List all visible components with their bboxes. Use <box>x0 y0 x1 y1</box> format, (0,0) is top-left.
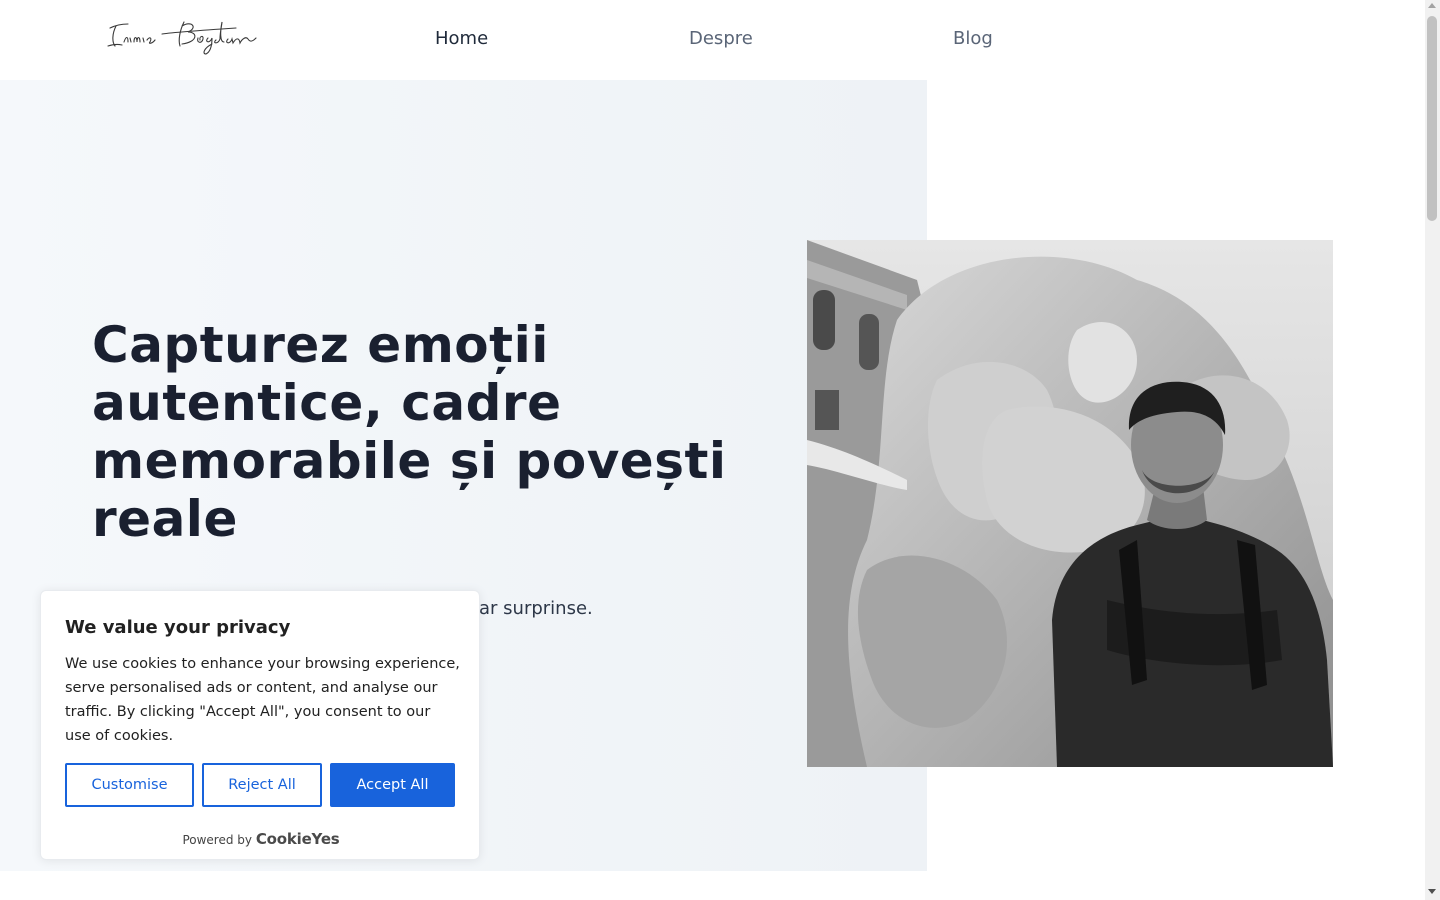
customise-button[interactable]: Customise <box>65 763 194 807</box>
hero-portrait-photo <box>807 240 1333 767</box>
page-scrollbar[interactable] <box>1425 0 1440 900</box>
arrow-up-icon[interactable] <box>1428 3 1436 8</box>
site-header: Home Despre Blog <box>0 0 1425 80</box>
scrollbar-thumb[interactable] <box>1427 16 1437 221</box>
cookie-consent-banner: We value your privacy We use cookies to … <box>40 590 480 860</box>
cookie-banner-body: We use cookies to enhance your browsing … <box>65 656 460 744</box>
cookieyes-logo[interactable]: CookieYes <box>256 830 340 848</box>
reject-all-button[interactable]: Reject All <box>202 763 322 807</box>
accept-all-button[interactable]: Accept All <box>330 763 455 807</box>
powered-by: Powered by CookieYes <box>41 830 481 848</box>
nav-despre-link[interactable]: Despre <box>689 28 753 50</box>
nav-home-link[interactable]: Home <box>435 28 488 50</box>
powered-by-prefix: Powered by <box>182 833 253 847</box>
hero-subtitle-visible-text: ar surprinse. <box>479 598 593 619</box>
hero-title: Capturez emoții autentice, cadre memorab… <box>92 316 727 548</box>
cookie-banner-title: We value your privacy <box>65 617 291 638</box>
arrow-down-icon[interactable] <box>1428 889 1436 894</box>
signature-logo-icon <box>107 21 257 55</box>
nav-blog-link[interactable]: Blog <box>953 28 993 50</box>
site-logo[interactable] <box>106 12 258 56</box>
portrait-image-icon <box>807 240 1333 767</box>
